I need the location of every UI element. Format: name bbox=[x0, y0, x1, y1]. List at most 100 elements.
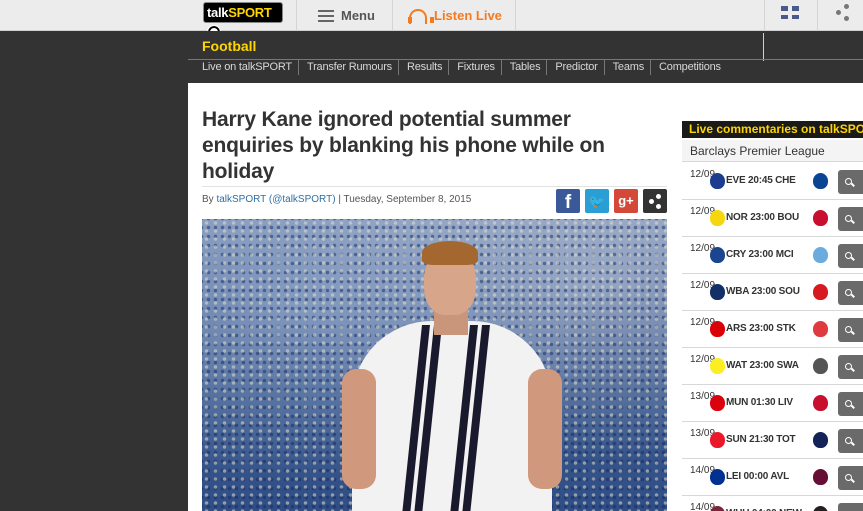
divider bbox=[763, 33, 764, 61]
magnifier-icon[interactable] bbox=[838, 503, 863, 511]
home-team-crest-icon bbox=[710, 173, 725, 189]
nav-live-on-talksport[interactable]: Live on talkSPORT bbox=[188, 60, 299, 75]
divider bbox=[392, 0, 393, 31]
byline: By talkSPORT (@talkSPORT) | Tuesday, Sep… bbox=[202, 194, 471, 205]
fixture-teams: NOR 23:00 BOU bbox=[726, 212, 799, 223]
fixture-date: 13/09 bbox=[690, 391, 716, 402]
away-team-crest-icon bbox=[813, 210, 828, 226]
magnifier-icon[interactable] bbox=[838, 207, 863, 231]
home-team-crest-icon bbox=[710, 284, 725, 300]
magnifier-icon[interactable] bbox=[838, 318, 863, 342]
divider bbox=[202, 186, 667, 187]
magnifier-icon[interactable] bbox=[838, 244, 863, 268]
fixture-row[interactable]: 12/09 NOR 23:00 BOU bbox=[682, 200, 863, 237]
sidebar-title: Live commentaries on talkSPORT bbox=[682, 121, 863, 138]
fixture-row[interactable]: 12/09 WBA 23:00 SOU bbox=[682, 274, 863, 311]
byline-prefix: By bbox=[202, 194, 214, 205]
nav-fixtures[interactable]: Fixtures bbox=[449, 60, 502, 75]
magnifier-icon[interactable] bbox=[838, 170, 863, 194]
magnifier-icon[interactable] bbox=[838, 392, 863, 416]
listen-live-label: Listen Live bbox=[434, 8, 502, 23]
away-team-crest-icon bbox=[813, 395, 828, 411]
magnifier-icon[interactable] bbox=[838, 466, 863, 490]
home-team-crest-icon bbox=[710, 432, 725, 448]
divider bbox=[764, 0, 765, 31]
nav-transfer-rumours[interactable]: Transfer Rumours bbox=[299, 60, 399, 75]
fixture-row[interactable]: 12/09 WAT 23:00 SWA bbox=[682, 348, 863, 385]
magnifier-icon[interactable] bbox=[838, 429, 863, 453]
fixture-date: 14/09 bbox=[690, 465, 716, 476]
fixture-date: 12/09 bbox=[690, 243, 716, 254]
away-team-crest-icon bbox=[813, 432, 828, 448]
home-team-crest-icon bbox=[710, 358, 725, 374]
section-title[interactable]: Football bbox=[202, 38, 256, 54]
player-figure bbox=[342, 239, 572, 511]
fixture-row[interactable]: 12/09 CRY 23:00 MCI bbox=[682, 237, 863, 274]
league-name: Barclays Premier League bbox=[682, 140, 863, 162]
away-team-crest-icon bbox=[813, 321, 828, 337]
magnifier-icon[interactable] bbox=[838, 281, 863, 305]
magnifier-icon[interactable] bbox=[838, 355, 863, 379]
top-bar: talkSPORT Menu Listen Live bbox=[0, 0, 863, 39]
fixture-date: 12/09 bbox=[690, 169, 716, 180]
fixture-date: 12/09 bbox=[690, 206, 716, 217]
away-team-crest-icon bbox=[813, 358, 828, 374]
fixture-row[interactable]: 12/09 EVE 20:45 CHE bbox=[682, 163, 863, 200]
facebook-share-button[interactable]: f bbox=[556, 189, 580, 213]
home-team-crest-icon bbox=[710, 247, 725, 263]
fixture-row[interactable]: 14/09WHU 04:00 NEW bbox=[682, 496, 863, 511]
google-plus-share-button[interactable]: g+ bbox=[614, 189, 638, 213]
fixture-teams: WBA 23:00 SOU bbox=[726, 286, 800, 297]
headphones-icon bbox=[408, 8, 434, 24]
menu-button[interactable]: Menu bbox=[318, 0, 375, 31]
nav-competitions[interactable]: Competitions bbox=[651, 60, 727, 75]
main-content: Harry Kane ignored potential summer enqu… bbox=[188, 83, 863, 511]
fixture-date: 12/09 bbox=[690, 317, 716, 328]
fixture-date: 14/09 bbox=[690, 502, 716, 511]
fixture-date: 13/09 bbox=[690, 428, 716, 439]
nav-tables[interactable]: Tables bbox=[502, 60, 548, 75]
twitter-icon: 🐦 bbox=[588, 194, 606, 209]
nav-teams[interactable]: Teams bbox=[605, 60, 652, 75]
fixture-teams: MUN 01:30 LIV bbox=[726, 397, 793, 408]
fixture-teams: ARS 23:00 STK bbox=[726, 323, 796, 334]
fixture-teams: EVE 20:45 CHE bbox=[726, 175, 796, 186]
fixture-row[interactable]: 13/09 MUN 01:30 LIV bbox=[682, 385, 863, 422]
fixture-list: 12/09 EVE 20:45 CHE 12/09 NOR 23:00 BOU 12/0… bbox=[682, 163, 863, 511]
home-team-crest-icon bbox=[710, 506, 725, 511]
away-team-crest-icon bbox=[813, 469, 828, 485]
article-photo bbox=[202, 219, 667, 511]
share-icon[interactable] bbox=[836, 4, 850, 22]
share-more-button[interactable] bbox=[643, 189, 667, 213]
twitter-share-button[interactable]: 🐦 bbox=[585, 189, 609, 213]
live-commentaries-sidebar: Live commentaries on talkSPORT Barclays … bbox=[682, 121, 863, 511]
home-team-crest-icon bbox=[710, 395, 725, 411]
listen-live-button[interactable]: Listen Live bbox=[408, 0, 502, 31]
author-link[interactable]: talkSPORT (@talkSPORT) bbox=[216, 194, 335, 205]
away-team-crest-icon bbox=[813, 247, 828, 263]
away-team-crest-icon bbox=[813, 284, 828, 300]
divider bbox=[515, 0, 516, 31]
fixture-row[interactable]: 12/09 ARS 23:00 STK bbox=[682, 311, 863, 348]
publish-date: | Tuesday, September 8, 2015 bbox=[338, 194, 472, 205]
fixture-row[interactable]: 14/09 LEI 00:00 AVL bbox=[682, 459, 863, 496]
home-team-crest-icon bbox=[710, 321, 725, 337]
divider bbox=[296, 0, 297, 31]
fixture-teams: SUN 21:30 TOT bbox=[726, 434, 796, 445]
section-header: Football Live on talkSPORT Transfer Rumo… bbox=[0, 31, 863, 83]
away-team-crest-icon bbox=[813, 506, 828, 511]
sub-navigation: Live on talkSPORT Transfer Rumours Resul… bbox=[188, 60, 727, 75]
talksport-logo[interactable]: talkSPORT bbox=[203, 2, 283, 39]
away-team-crest-icon bbox=[813, 173, 828, 189]
hamburger-icon bbox=[318, 9, 334, 22]
uk-flag-icon[interactable] bbox=[781, 6, 799, 19]
fixture-teams: CRY 23:00 MCI bbox=[726, 249, 794, 260]
nav-predictor[interactable]: Predictor bbox=[547, 60, 605, 75]
home-team-crest-icon bbox=[710, 469, 725, 485]
fixture-row[interactable]: 13/09 SUN 21:30 TOT bbox=[682, 422, 863, 459]
share-buttons: f 🐦 g+ bbox=[556, 189, 667, 213]
home-team-crest-icon bbox=[710, 210, 725, 226]
article-headline: Harry Kane ignored potential summer enqu… bbox=[202, 108, 605, 183]
fixture-date: 12/09 bbox=[690, 280, 716, 291]
nav-results[interactable]: Results bbox=[399, 60, 450, 75]
